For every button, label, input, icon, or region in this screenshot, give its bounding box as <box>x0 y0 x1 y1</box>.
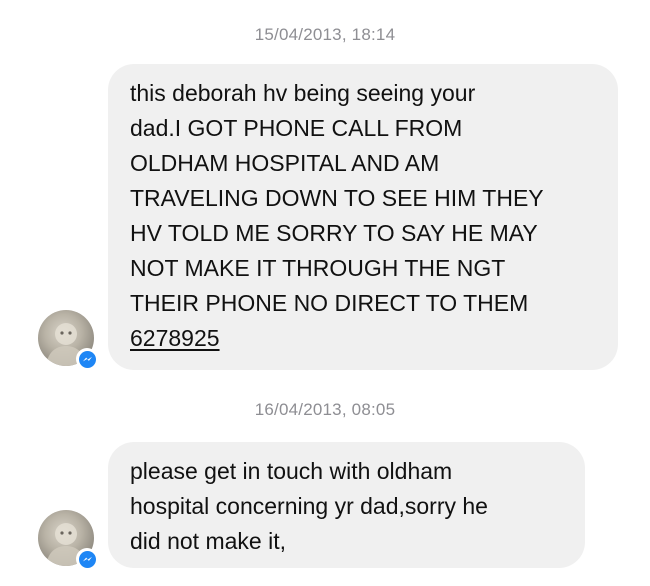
message-text-line: hospital concerning yr dad,sorry he <box>130 493 488 519</box>
phone-number-link[interactable]: 6278925 <box>130 325 220 351</box>
message-bubble[interactable]: this deborah hv being seeing your dad.I … <box>108 64 618 370</box>
message-text-line: this deborah hv being seeing your <box>130 80 476 106</box>
messenger-badge-icon <box>76 548 98 570</box>
message-bubble[interactable]: please get in touch with oldham hospital… <box>108 442 585 568</box>
message-text-line: THEIR PHONE NO DIRECT TO THEM <box>130 290 529 316</box>
sender-avatar[interactable] <box>38 510 98 570</box>
message-text-line: OLDHAM HOSPITAL AND AM <box>130 150 440 176</box>
message-text-line: did not make it, <box>130 528 286 554</box>
sender-avatar[interactable] <box>38 310 98 370</box>
message-timestamp: 16/04/2013, 08:05 <box>254 400 396 419</box>
message-timestamp: 15/04/2013, 18:14 <box>254 25 396 44</box>
message-text-line: TRAVELING DOWN TO SEE HIM THEY <box>130 185 544 211</box>
message-thread: 15/04/2013, 18:14 this deborah hv being … <box>0 0 650 586</box>
messenger-badge-icon <box>76 348 98 370</box>
message-text-line: NOT MAKE IT THROUGH THE NGT <box>130 255 506 281</box>
message-text-line: please get in touch with oldham <box>130 458 453 484</box>
message-text-line: HV TOLD ME SORRY TO SAY HE MAY <box>130 220 538 246</box>
message-text-line: dad.I GOT PHONE CALL FROM <box>130 115 463 141</box>
